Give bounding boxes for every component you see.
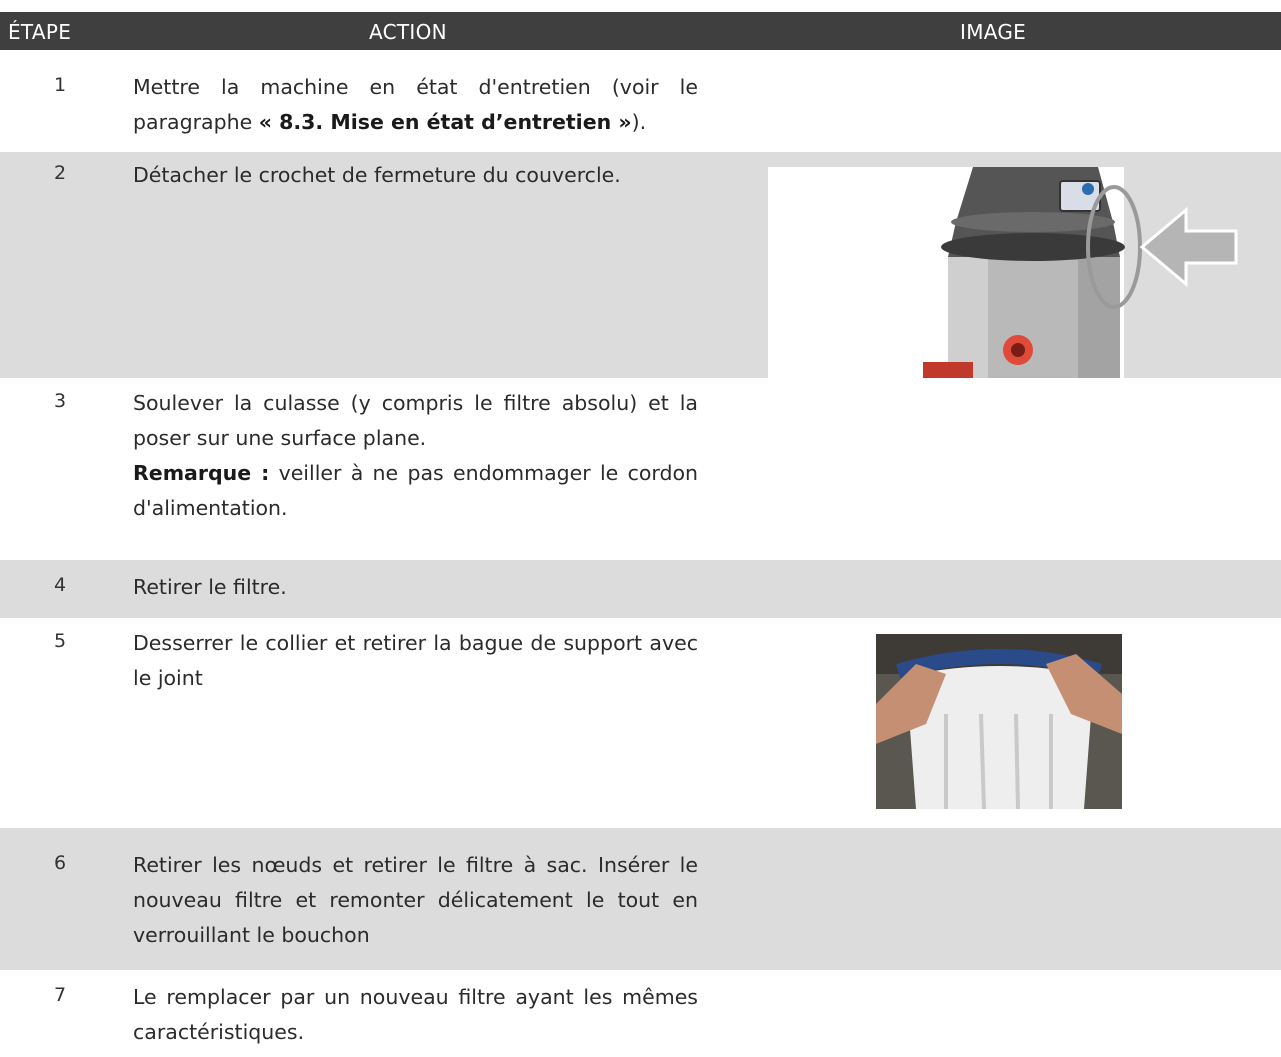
step-text: Retirer les nœuds et retirer le filtre à… [133,853,698,947]
header-step: ÉTAPE [8,20,72,44]
header-action: ACTION [369,20,447,44]
filter-ring-photo [876,634,1122,809]
step-reference: « 8.3. Mise en état d’entretien » [258,110,632,134]
step-number: 1 [54,74,67,96]
step-number: 3 [54,390,67,412]
step-text: Mettre la machine en état d'entretien (v… [133,70,698,140]
step-number: 5 [54,630,67,652]
table-row: 1 Mettre la machine en état d'entretien … [0,50,1281,152]
table-row: 7 Le remplacer par un nouveau filtre aya… [0,970,1281,1057]
note-label: Remarque : [133,461,270,485]
header-image: IMAGE [960,20,1027,44]
table-row: 6 Retirer les nœuds et retirer le filtre… [0,828,1281,970]
step-text: Le remplacer par un nouveau filtre ayant… [133,985,698,1044]
table-row: 3 Soulever la culasse (y compris le filt… [0,378,1281,560]
step-number: 2 [54,162,67,184]
step-text-part: ). [631,110,647,134]
step-number: 6 [54,852,67,874]
step-text-part: Soulever la culasse (y compris le filtre… [133,391,698,450]
step-number: 4 [54,574,67,596]
table-row: 5 Desserrer le collier et retirer la bag… [0,618,1281,828]
table-row: 4 Retirer le filtre. [0,560,1281,618]
step-number: 7 [54,984,67,1006]
step-text: Retirer le filtre. [133,575,287,599]
step-text: Desserrer le collier et retirer la bague… [133,631,698,690]
step-text: Soulever la culasse (y compris le filtre… [133,386,698,526]
table-header: ÉTAPE ACTION IMAGE [0,12,1281,50]
table-row: 2 Détacher le crochet de fermeture du co… [0,152,1281,378]
step-text: Détacher le crochet de fermeture du couv… [133,163,621,187]
vacuum-lid-hook-image [768,167,1238,378]
